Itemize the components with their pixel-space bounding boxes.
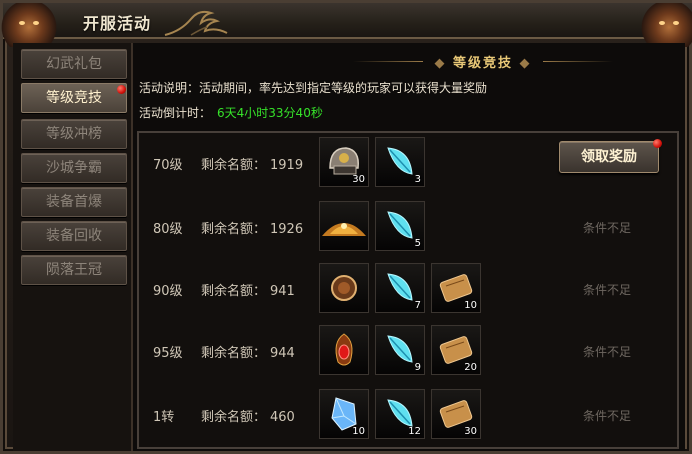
reward-slot[interactable]: 9 [375, 325, 425, 375]
ruby-amulet-icon [335, 333, 353, 366]
item-count: 5 [414, 238, 421, 249]
title-bar: 开服活动 [0, 3, 692, 47]
main-panel: ◆ 等级竞技 ◆ 活动说明：活动期间，率先达到指定等级的玩家可以获得大量奖励 活… [133, 43, 685, 451]
event-description: 活动说明：活动期间，率先达到指定等级的玩家可以获得大量奖励 [139, 81, 488, 95]
level-requirement: 70级 [153, 158, 183, 173]
reward-slot[interactable]: 12 [375, 389, 425, 439]
item-count: 10 [464, 300, 477, 311]
sidebar-item-castle-siege[interactable]: 沙城争霸 [21, 153, 127, 183]
remaining-quota: 剩余名额： 1926 [201, 222, 304, 237]
reward-slot[interactable] [319, 325, 369, 375]
item-count: 7 [414, 300, 421, 311]
item-count: 12 [408, 426, 421, 437]
reward-slot[interactable]: 20 [431, 325, 481, 375]
condition-unmet-text: 条件不足 [583, 345, 632, 359]
sidebar: 幻武礼包 等级竞技 等级冲榜 沙城争霸 装备首爆 装备回收 陨落王冠 [13, 43, 133, 451]
level-requirement: 80级 [153, 222, 183, 237]
sidebar-item-fallen-crown[interactable]: 陨落王冠 [21, 255, 127, 285]
event-window: 开服活动 幻武礼包 等级竞技 等级冲榜 沙城争霸 装备首爆 装备回收 陨落王冠 … [0, 0, 692, 454]
panel-heading: ◆ 等级竞技 ◆ [353, 51, 613, 71]
item-count: 20 [464, 362, 477, 373]
countdown-value: 6天4小时33分40秒 [217, 106, 323, 120]
sand-pile-icon [322, 223, 366, 236]
dragon-head-ornament-right [639, 3, 692, 47]
reward-slot[interactable]: 3 [375, 137, 425, 187]
orb-icon [331, 275, 357, 301]
reward-slot[interactable] [319, 263, 369, 313]
reward-table: 70级 剩余名额： 1919 30 3 领取奖励 80级 剩余名额： 1926 … [137, 131, 679, 449]
condition-unmet-text: 条件不足 [583, 283, 632, 297]
reward-slot[interactable]: 30 [431, 389, 481, 439]
reward-slot[interactable] [319, 201, 369, 251]
reward-row: 95级 剩余名额： 944 9 20 条件不足 [139, 323, 677, 379]
item-count: 3 [414, 174, 421, 185]
item-count: 9 [414, 362, 421, 373]
countdown-label: 活动倒计时： [139, 106, 212, 120]
item-count: 30 [464, 426, 477, 437]
reward-slot[interactable]: 10 [319, 389, 369, 439]
event-countdown: 活动倒计时： 6天4小时33分40秒 [139, 104, 323, 121]
dragon-head-ornament-left [0, 3, 59, 47]
sidebar-item-level-race[interactable]: 等级竞技 [21, 83, 127, 113]
reward-slot[interactable]: 7 [375, 263, 425, 313]
notification-badge [653, 139, 662, 148]
claim-reward-button[interactable]: 领取奖励 [559, 141, 659, 173]
reward-row: 80级 剩余名额： 1926 5 条件不足 [139, 199, 677, 255]
reward-slot[interactable]: 10 [431, 263, 481, 313]
diamond-ornament-icon: ◆ [513, 56, 532, 71]
flame-swirl-ornament-icon [164, 10, 228, 36]
reward-row: 1转 剩余名额： 460 10 12 30 条件不足 [139, 387, 677, 443]
diamond-ornament-icon: ◆ [434, 56, 453, 71]
item-count: 10 [352, 426, 365, 437]
sidebar-item-huanwu-gift[interactable]: 幻武礼包 [21, 49, 127, 79]
reward-row: 90级 剩余名额： 941 7 10 条件不足 [139, 261, 677, 317]
remaining-quota: 剩余名额： 944 [201, 346, 295, 361]
item-count: 30 [352, 174, 365, 185]
reward-slot[interactable]: 30 [319, 137, 369, 187]
condition-unmet-text: 条件不足 [583, 221, 632, 235]
level-requirement: 95级 [153, 346, 183, 361]
sidebar-item-recycle[interactable]: 装备回收 [21, 221, 127, 251]
remaining-quota: 剩余名额： 460 [201, 410, 295, 425]
sidebar-item-first-drop[interactable]: 装备首爆 [21, 187, 127, 217]
level-requirement: 1转 [153, 410, 175, 425]
window-title: 开服活动 [83, 14, 152, 33]
notification-badge [117, 85, 126, 94]
level-requirement: 90级 [153, 284, 183, 299]
remaining-quota: 剩余名额： 1919 [201, 158, 304, 173]
reward-row: 70级 剩余名额： 1919 30 3 领取奖励 [139, 135, 677, 191]
remaining-quota: 剩余名额： 941 [201, 284, 295, 299]
condition-unmet-text: 条件不足 [583, 409, 632, 423]
reward-slot[interactable]: 5 [375, 201, 425, 251]
sidebar-item-level-rank[interactable]: 等级冲榜 [21, 119, 127, 149]
